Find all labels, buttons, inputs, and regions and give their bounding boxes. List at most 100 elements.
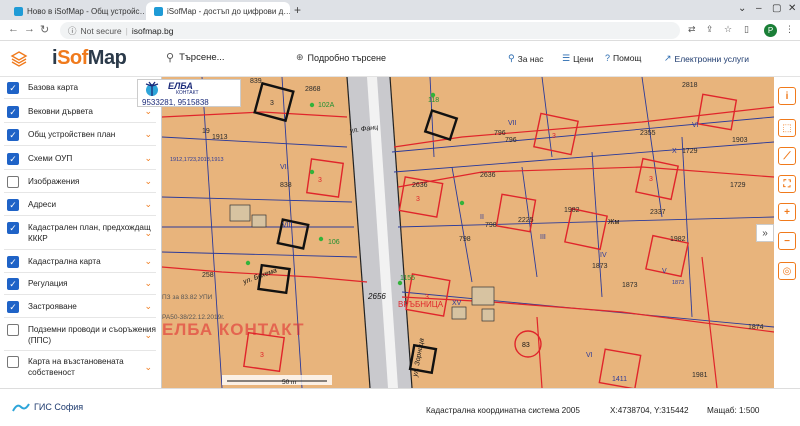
cadastral-map[interactable]: 2868 839 102А 19 1913 1912,1723,2018,191… xyxy=(162,77,774,388)
divider xyxy=(4,249,156,250)
layer-regulation[interactable]: Регулация ⌄ xyxy=(0,278,160,290)
layer-checkbox[interactable] xyxy=(7,324,19,336)
sidepanel-icon[interactable]: ▯ xyxy=(744,24,749,35)
chevron-down-icon[interactable]: ⌄ xyxy=(144,153,152,164)
chevron-down-icon[interactable]: ⌄ xyxy=(144,278,152,289)
chevron-down-icon[interactable]: ⌄ xyxy=(144,129,152,140)
nav-e-services-label: Електронни услуги xyxy=(674,53,750,64)
logo-part: Sof xyxy=(57,47,88,69)
chevron-down-icon[interactable]: ⌄ xyxy=(144,330,152,341)
advanced-search-label: Подробно търсене xyxy=(307,52,386,63)
isofmap-logo[interactable]: iSofMap xyxy=(52,47,127,70)
chevron-down-icon[interactable]: ⌄ xyxy=(738,3,746,14)
select-area-icon[interactable]: ⬚ xyxy=(778,119,796,137)
layer-checkbox[interactable] xyxy=(7,176,19,188)
gis-sofia-logo[interactable]: ГИС София xyxy=(12,401,83,413)
layer-checkbox[interactable] xyxy=(7,356,19,368)
tab-title: Ново в iSofMap - Общ устройс… xyxy=(27,6,144,16)
browser-tabbar: Ново в iSofMap - Общ устройс… × iSofMap … xyxy=(0,0,800,20)
layer-buildings[interactable]: Застрояване ⌄ xyxy=(0,301,160,313)
divider xyxy=(4,122,156,123)
browser-tab[interactable]: Ново в iSofMap - Общ устройс… × xyxy=(6,2,144,20)
map-label: 102А xyxy=(318,102,335,109)
layer-checkbox[interactable] xyxy=(7,153,19,165)
info-tool-icon[interactable]: i xyxy=(778,87,796,105)
divider xyxy=(4,192,156,193)
zoom-out-icon[interactable]: − xyxy=(778,232,796,250)
chevron-down-icon[interactable]: ⌄ xyxy=(144,301,152,312)
layer-checkbox[interactable] xyxy=(7,199,19,211)
layer-checkbox[interactable] xyxy=(7,222,19,234)
layer-underground-utilities[interactable]: Подземни проводи и съоръжения (ППС) ⌄ xyxy=(0,324,160,346)
collapse-panel-button[interactable]: » xyxy=(756,224,774,242)
profile-avatar[interactable]: P xyxy=(764,24,777,37)
minimize-icon[interactable]: – xyxy=(756,3,762,14)
bookmark-star-icon[interactable]: ☆ xyxy=(724,24,732,35)
map-label: 1874 xyxy=(748,324,764,331)
reload-icon[interactable]: ↻ xyxy=(40,23,49,36)
translate-icon[interactable]: ⇄ xyxy=(688,24,696,35)
nav-help[interactable]: ? Помощ xyxy=(605,53,641,63)
map-label: VII xyxy=(508,120,517,127)
nav-e-services[interactable]: ↗ Електронни услуги xyxy=(664,53,749,64)
close-window-icon[interactable]: ✕ xyxy=(788,3,796,14)
layer-images[interactable]: Изображения ⌄ xyxy=(0,176,160,188)
new-tab-icon[interactable]: + xyxy=(294,3,301,17)
nav-prices[interactable]: ☰ Цени xyxy=(562,53,594,64)
info-icon[interactable]: ⓘ xyxy=(68,25,77,37)
map-label: 1155 xyxy=(400,275,415,282)
layer-restored-property[interactable]: Карта на възстановената собственост ⌄ xyxy=(0,356,160,378)
layer-base-map[interactable]: Базова карта⌄ xyxy=(0,82,160,94)
browser-tab-active[interactable]: iSofMap - достъп до цифрови д… × xyxy=(146,2,290,20)
layer-checkbox[interactable] xyxy=(7,82,19,94)
map-label: 1873 xyxy=(672,280,684,286)
ruler-icon[interactable]: ⟋ xyxy=(778,147,796,165)
ad-subtitle: КОНТАКТ xyxy=(176,90,199,96)
tab-title: iSofMap - достъп до цифрови д… xyxy=(167,6,290,16)
chevron-down-icon[interactable]: ⌄ xyxy=(144,199,152,210)
chevron-down-icon[interactable]: ⌄ xyxy=(144,228,152,239)
chevron-down-icon[interactable]: ⌄ xyxy=(144,106,152,117)
layer-cadastral-map[interactable]: Кадастрална карта ⌄ xyxy=(0,256,160,268)
search-box[interactable]: ⚲ Търсене... xyxy=(166,51,225,64)
advanced-search-link[interactable]: ⊕ Подробно търсене xyxy=(296,52,386,63)
zoom-in-icon[interactable]: + xyxy=(778,203,796,221)
fullscreen-icon[interactable]: ⛶ xyxy=(778,175,796,193)
map-label: 838 xyxy=(280,182,292,189)
forward-icon[interactable]: → xyxy=(24,23,35,35)
map-label: 2818 xyxy=(682,82,698,89)
advertisement-banner[interactable]: ЕЛБА КОНТАКТ 9533281, 9515838 xyxy=(137,79,241,107)
chevron-down-icon[interactable]: ⌄ xyxy=(144,362,152,373)
isofmap-favicon-icon xyxy=(14,6,23,16)
layer-oup-schemes[interactable]: Схеми ОУП ⌄ xyxy=(0,153,160,165)
layer-label: Схеми ОУП xyxy=(28,154,73,163)
map-label: 796 xyxy=(505,137,517,144)
share-icon[interactable]: ⇪ xyxy=(706,24,714,35)
layer-checkbox[interactable] xyxy=(7,278,19,290)
layer-old-trees[interactable]: Вековни дървета ⌄ xyxy=(0,106,160,118)
palm-logo-icon xyxy=(145,81,159,96)
search-input[interactable]: Търсене... xyxy=(179,52,225,63)
parcel-squares xyxy=(243,93,738,388)
external-link-icon: ↗ xyxy=(664,53,672,63)
map-label: 106 xyxy=(328,239,340,246)
layer-cadastral-plan-prior[interactable]: Кадастрален план, предхождащ КККР⌄ xyxy=(0,222,160,244)
back-icon[interactable]: ← xyxy=(8,23,19,35)
chevron-down-icon[interactable]: ⌄ xyxy=(144,256,152,267)
layer-checkbox[interactable] xyxy=(7,129,19,141)
nav-about[interactable]: ⚲ За нас xyxy=(508,53,544,64)
layer-general-plan[interactable]: Общ устройствен план ⌄ xyxy=(0,129,160,141)
chevron-down-icon[interactable]: ⌄ xyxy=(144,176,152,187)
layer-checkbox[interactable] xyxy=(7,301,19,313)
layers-icon[interactable] xyxy=(10,50,28,68)
menu-dots-icon[interactable]: ⋮ xyxy=(785,24,794,35)
map-label: 2636 xyxy=(480,172,496,179)
layer-checkbox[interactable] xyxy=(7,106,19,118)
layer-checkbox[interactable] xyxy=(7,256,19,268)
map-canvas[interactable]: 2868 839 102А 19 1913 1912,1723,2018,191… xyxy=(162,77,774,388)
layer-addresses[interactable]: Адреси ⌄ xyxy=(0,199,160,211)
locate-me-icon[interactable]: ◎ xyxy=(778,262,796,280)
url-field[interactable]: ⓘ Not secure | isofmap.bg xyxy=(60,22,680,39)
map-label: IV xyxy=(600,252,607,259)
maximize-icon[interactable]: ▢ xyxy=(772,3,781,14)
